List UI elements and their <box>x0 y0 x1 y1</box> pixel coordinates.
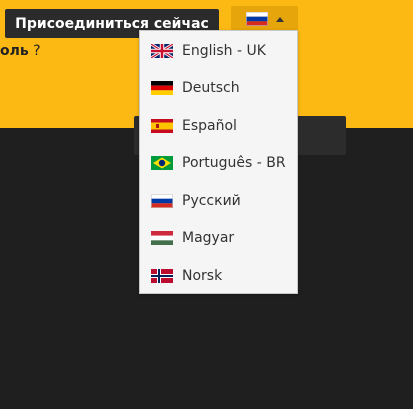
flag-uk-icon <box>151 44 173 58</box>
language-dropdown: English - UK Deutsch Español Português -… <box>139 30 298 294</box>
language-item-english-uk[interactable]: English - UK <box>140 34 297 68</box>
flag-germany-icon <box>151 81 173 95</box>
password-prompt[interactable]: оль ? <box>0 43 41 59</box>
caret-up-icon <box>275 16 284 22</box>
language-item-deutsch[interactable]: Deutsch <box>140 71 297 105</box>
language-item-label: English - UK <box>182 43 266 59</box>
password-prompt-rest: ? <box>28 43 41 59</box>
flag-brazil-icon <box>151 156 173 170</box>
language-item-russkiy[interactable]: Русский <box>140 184 297 218</box>
language-item-label: Norsk <box>182 268 223 284</box>
language-item-portugues-br[interactable]: Português - BR <box>140 146 297 180</box>
language-item-label: Magyar <box>182 230 235 246</box>
language-item-label: Español <box>182 118 237 134</box>
flag-russia-icon <box>245 12 268 26</box>
flag-spain-icon <box>151 119 173 133</box>
language-item-espanol[interactable]: Español <box>140 109 297 143</box>
flag-russia-icon <box>151 194 173 208</box>
language-item-label: Português - BR <box>182 155 286 171</box>
language-item-magyar[interactable]: Magyar <box>140 221 297 255</box>
flag-norway-icon <box>151 269 173 283</box>
language-selector-button[interactable] <box>231 6 298 32</box>
flag-hungary-icon <box>151 231 173 245</box>
language-item-norsk[interactable]: Norsk <box>140 259 297 293</box>
language-item-label: Deutsch <box>182 80 240 96</box>
password-prompt-bold[interactable]: оль <box>0 43 29 59</box>
language-item-label: Русский <box>182 193 241 209</box>
